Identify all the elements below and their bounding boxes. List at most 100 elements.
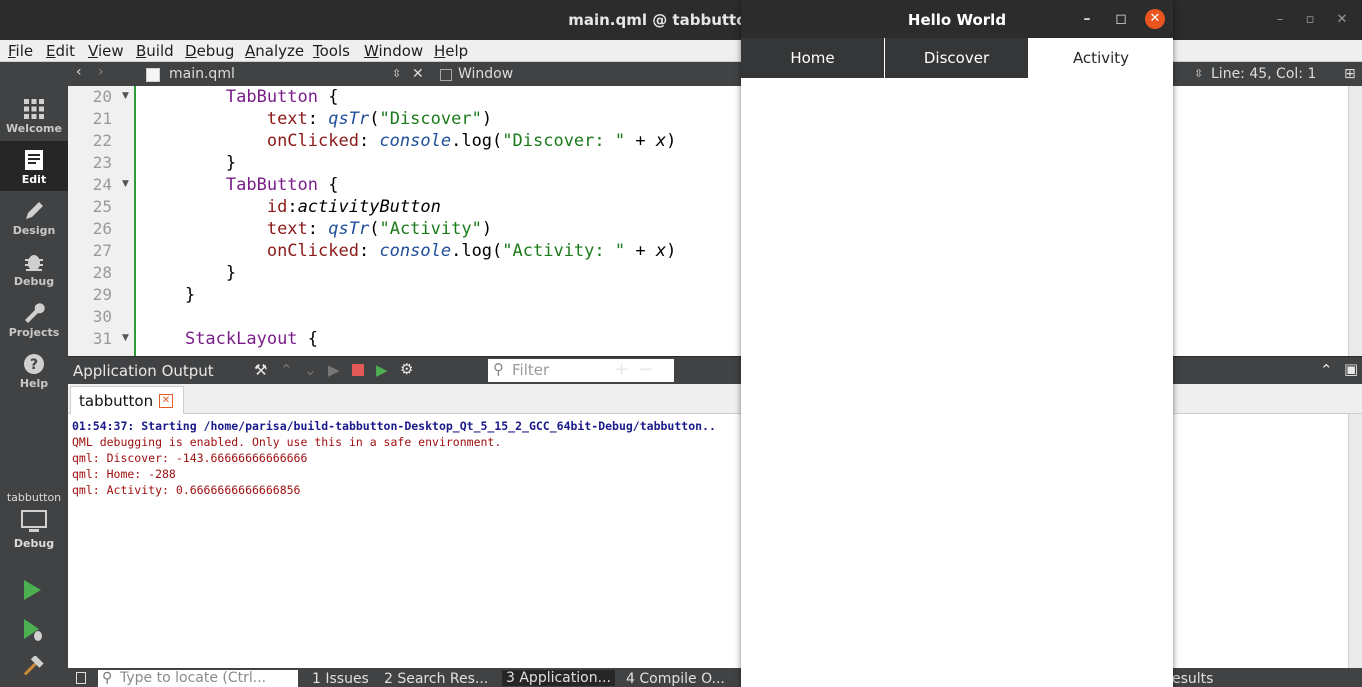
output-line: 01:54:37: Starting /home/parisa/build-ta… (72, 419, 716, 433)
svg-text:?: ? (30, 357, 38, 373)
question-icon: ? (24, 354, 44, 374)
mode-debug[interactable]: Debug (0, 243, 68, 293)
app-close-button[interactable]: ✕ (1145, 9, 1165, 29)
line-number: 25 (92, 197, 112, 216)
app-title: Hello World (907, 11, 1007, 29)
mode-design[interactable]: Design (0, 192, 68, 242)
menu-help[interactable]: Help (434, 42, 468, 60)
forward-arrow-icon[interactable]: › (98, 64, 104, 80)
code-line: } (184, 285, 196, 305)
output-scrollbar[interactable] (1348, 414, 1362, 668)
zoom-in-icon[interactable]: + (614, 359, 629, 380)
stop-icon[interactable] (352, 364, 364, 376)
close-pane-icon[interactable]: ▣ (1344, 360, 1358, 378)
line-number: 28 (92, 263, 112, 282)
line-number: 31 (92, 329, 112, 348)
kit-selector[interactable]: tabbutton Debug (0, 491, 68, 550)
mode-welcome-label: Welcome (6, 122, 62, 135)
close-editor-icon[interactable]: ✕ (412, 66, 424, 82)
clean-icon[interactable]: ⚒ (254, 361, 267, 379)
tab-activity[interactable]: Activity (1029, 38, 1173, 78)
menu-window[interactable]: Window (364, 42, 423, 60)
app-content-area (741, 78, 1173, 687)
open-file-name[interactable]: main.qml (169, 66, 235, 82)
attach-debugger-icon[interactable]: ▶ (376, 361, 388, 379)
monitor-icon (21, 510, 47, 532)
code-line: id:activityButton (266, 197, 441, 217)
status-tab-issues[interactable]: 1 Issues (312, 671, 369, 687)
close-tab-icon[interactable]: ✕ (159, 394, 173, 408)
filter-placeholder: Filter (512, 361, 550, 379)
line-number: 23 (92, 153, 112, 172)
editor-scrollbar[interactable] (1348, 86, 1362, 356)
hello-world-window: Hello World – ◻ ✕ Home Discover Activity (741, 0, 1173, 687)
line-number: 24 (92, 175, 112, 194)
menu-analyze[interactable]: Analyze (245, 42, 304, 60)
encoding-switch-icon[interactable]: ⇳ (1194, 67, 1203, 80)
close-button[interactable]: ✕ (1332, 10, 1352, 30)
mode-sidebar: Welcome Edit Design Debug Projects ? Hel… (0, 62, 68, 687)
locator-input[interactable]: ⚲ Type to locate (Ctrl... (98, 670, 298, 687)
code-line: TabButton { (225, 175, 339, 195)
menu-file[interactable]: File (8, 42, 33, 60)
menu-build[interactable]: Build (136, 42, 174, 60)
mode-projects[interactable]: Projects (0, 294, 68, 344)
minimize-button[interactable]: – (1270, 10, 1290, 30)
bug-icon (25, 255, 43, 271)
document-icon (25, 150, 43, 170)
wrench-icon (25, 303, 45, 323)
menu-view[interactable]: View (88, 42, 124, 60)
menu-edit[interactable]: Edit (46, 42, 75, 60)
zoom-out-icon[interactable]: − (638, 359, 653, 380)
settings-gear-icon[interactable]: ⚙ (400, 360, 413, 378)
mode-debug-label: Debug (13, 275, 55, 288)
menu-debug[interactable]: Debug (185, 42, 234, 60)
line-number: 22 (92, 131, 112, 150)
app-minimize-button[interactable]: – (1076, 8, 1098, 30)
fold-marker-icon[interactable]: ▼ (122, 91, 129, 101)
split-editor-icon[interactable]: ⊞ (1344, 66, 1356, 82)
output-tab-tabbutton[interactable]: tabbutton ✕ (70, 386, 184, 414)
cursor-position[interactable]: Line: 45, Col: 1 (1211, 66, 1316, 82)
fold-marker-icon[interactable]: ▼ (122, 333, 129, 343)
prev-icon[interactable]: ⌃ (280, 361, 293, 379)
code-line: } (225, 153, 237, 173)
debug-run-icon[interactable] (22, 618, 44, 642)
status-tab-compile-output[interactable]: 4 Compile O... (626, 671, 725, 687)
mode-help[interactable]: ? Help (0, 345, 68, 395)
tab-home[interactable]: Home (741, 38, 884, 78)
mode-design-label: Design (12, 224, 56, 237)
code-line: TabButton { (225, 87, 339, 107)
maximize-pane-icon[interactable]: ⌃ (1320, 361, 1333, 379)
output-line: qml: Activity: 0.6666666666666856 (72, 483, 301, 497)
maximize-button[interactable]: ▫ (1300, 10, 1320, 30)
tab-discover[interactable]: Discover (885, 38, 1028, 78)
line-number: 29 (92, 285, 112, 304)
search-icon: ⚲ (493, 360, 504, 378)
rerun-icon[interactable]: ▶ (328, 361, 340, 379)
current-symbol[interactable]: Window (458, 66, 513, 82)
output-line: QML debugging is enabled. Only use this … (72, 435, 502, 449)
status-tab-search-results[interactable]: 2 Search Res... (384, 671, 488, 687)
mode-edit[interactable]: Edit (0, 141, 68, 191)
locator-search-icon: ⚲ (102, 670, 113, 686)
output-line: qml: Home: -288 (72, 467, 176, 481)
output-tab-label: tabbutton (79, 392, 154, 410)
run-icon[interactable] (22, 579, 42, 601)
app-maximize-button[interactable]: ◻ (1110, 8, 1132, 30)
code-line: onClicked: console.log("Activity: " + x) (266, 241, 677, 261)
grid-icon (24, 99, 44, 119)
status-tab-application-output[interactable]: 3 Application... (502, 670, 615, 686)
output-pane-title: Application Output (73, 362, 214, 380)
fold-column (118, 86, 136, 356)
menu-tools[interactable]: Tools (313, 42, 350, 60)
fold-marker-icon[interactable]: ▼ (122, 179, 129, 189)
build-hammer-icon[interactable] (22, 656, 44, 678)
next-icon[interactable]: ⌄ (304, 361, 317, 379)
code-line: text: qsTr("Discover") (266, 109, 493, 129)
toggle-sidebar-icon[interactable] (76, 672, 86, 684)
mode-welcome[interactable]: Welcome (0, 90, 68, 140)
status-tab-results[interactable]: esults (1172, 671, 1213, 687)
file-switch-icon[interactable]: ⇳ (392, 67, 401, 80)
back-arrow-icon[interactable]: ‹ (76, 64, 82, 80)
